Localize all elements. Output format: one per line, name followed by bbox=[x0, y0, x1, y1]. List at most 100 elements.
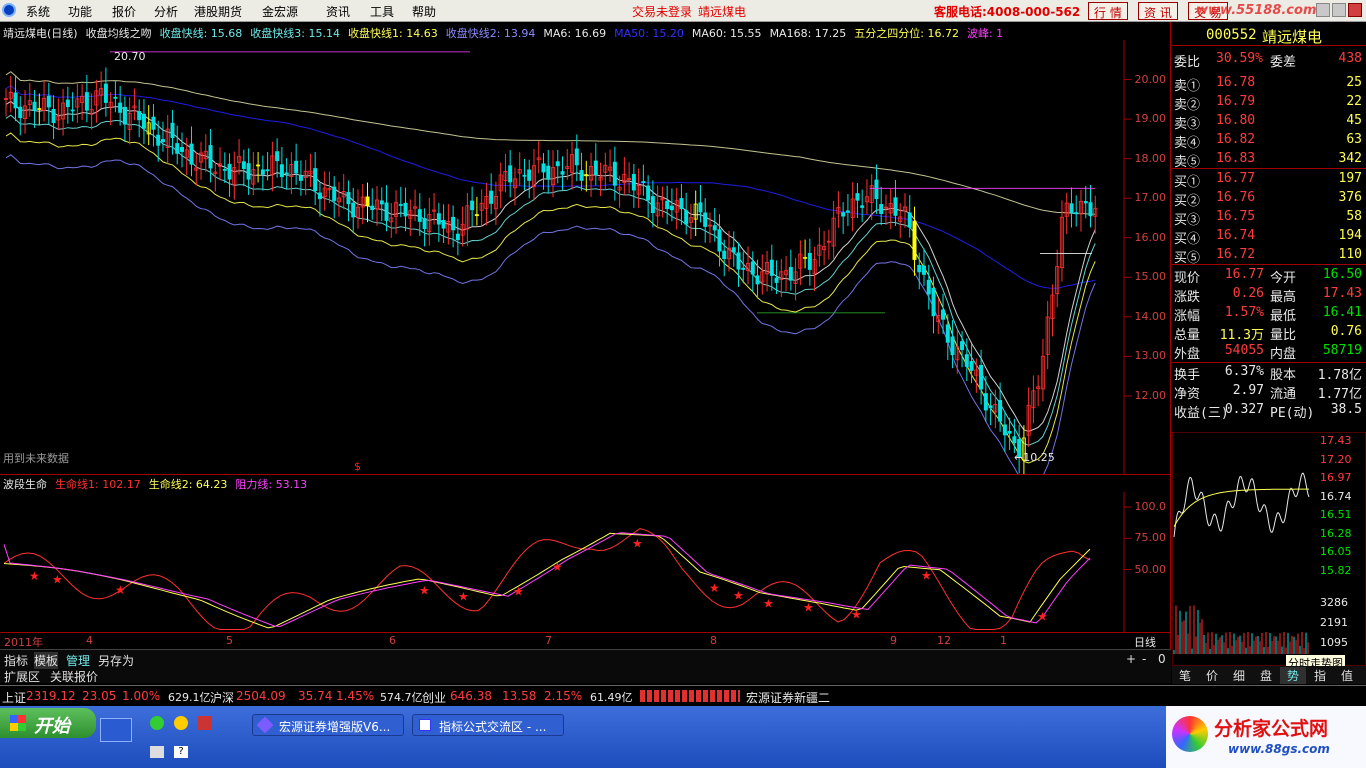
intraday-price-label: 16.74 bbox=[1320, 489, 1352, 503]
stat-row[interactable]: 净资 2.97 流通 1.77亿 bbox=[1174, 382, 1364, 402]
quicklaunch-app-icon[interactable] bbox=[174, 716, 188, 730]
right-tab[interactable]: 指 bbox=[1307, 667, 1333, 684]
stat-row[interactable]: 涨跌 0.26 最高 17.43 bbox=[1174, 285, 1364, 305]
tab-related-quote[interactable]: 关联报价 bbox=[50, 668, 98, 685]
quicklaunch-tool-icon[interactable] bbox=[198, 716, 212, 730]
quicklaunch-keyboard-icon[interactable] bbox=[150, 746, 164, 758]
intraday-price-label: 17.43 bbox=[1320, 434, 1352, 447]
sell-row[interactable]: 卖③ 16.80 45 bbox=[1174, 112, 1364, 132]
intraday-price-label: 16.97 bbox=[1320, 471, 1352, 484]
menu-bar: 系统 功能 报价 分析 港股期货 金宏源 资讯 工具 帮助 交易未登录 靖远煤电… bbox=[0, 0, 1366, 22]
menu-jinhongyuan[interactable]: 金宏源 bbox=[262, 3, 298, 20]
right-tab[interactable]: 势 bbox=[1280, 667, 1306, 684]
menu-system[interactable]: 系统 bbox=[26, 3, 50, 20]
zoom-reset-button[interactable]: 0 bbox=[1158, 652, 1166, 666]
intraday-price-label: 15.82 bbox=[1320, 563, 1352, 577]
buy-row[interactable]: 买③ 16.75 58 bbox=[1174, 208, 1364, 228]
brand-flower-icon bbox=[1172, 716, 1208, 752]
tab-extension[interactable]: 扩展区 bbox=[4, 668, 40, 685]
sh-index-amount: 629.1亿 bbox=[168, 691, 211, 704]
menu-news[interactable]: 资讯 bbox=[326, 3, 350, 20]
sell-price: 16.79 bbox=[1216, 94, 1256, 109]
menu-tools[interactable]: 工具 bbox=[370, 3, 394, 20]
stock-name: 靖远煤电 bbox=[1262, 28, 1323, 46]
sz-index-value: 2504.09 bbox=[236, 689, 286, 703]
webi-row[interactable]: 委比 30.59% 委差 438 bbox=[1174, 50, 1364, 70]
right-tab[interactable]: 价 bbox=[1199, 667, 1225, 684]
maximize-icon[interactable] bbox=[1332, 3, 1346, 17]
right-tab[interactable]: 盘 bbox=[1253, 667, 1279, 684]
buy-label: 买④ bbox=[1174, 232, 1201, 247]
zoom-out-button[interactable]: - bbox=[1142, 652, 1146, 666]
stat-label-2: 流通 bbox=[1270, 387, 1297, 402]
right-tab[interactable]: 笔 bbox=[1172, 667, 1198, 684]
info-button[interactable]: 资 讯 bbox=[1138, 2, 1178, 20]
cy-index-value: 646.38 bbox=[450, 689, 492, 703]
index-status-bar: 上证 2319.12 23.05 1.00% 629.1亿 沪深 2504.09… bbox=[0, 685, 1366, 706]
minimize-icon[interactable] bbox=[1316, 3, 1330, 17]
tab-save-as[interactable]: 另存为 bbox=[98, 652, 134, 669]
stat-row[interactable]: 换手 6.37% 股本 1.78亿 bbox=[1174, 363, 1364, 383]
buy-price: 16.72 bbox=[1216, 247, 1256, 262]
sell-volume: 45 bbox=[1346, 113, 1362, 128]
right-tab[interactable]: 值 bbox=[1334, 667, 1360, 684]
buy-row[interactable]: 买④ 16.74 194 bbox=[1174, 227, 1364, 247]
start-button[interactable]: 开始 bbox=[0, 708, 96, 738]
tab-template[interactable]: 模板 bbox=[34, 652, 59, 669]
zoom-in-button[interactable]: + bbox=[1126, 652, 1136, 666]
task-broker[interactable]: 宏源证券增强版V6... bbox=[252, 714, 404, 736]
stat-row[interactable]: 现价 16.77 今开 16.50 bbox=[1174, 266, 1364, 286]
stat-value: 6.37% bbox=[1224, 364, 1264, 379]
menu-analysis[interactable]: 分析 bbox=[154, 3, 178, 20]
buy-row[interactable]: 买① 16.77 197 bbox=[1174, 170, 1364, 190]
quicklaunch-browser-icon[interactable] bbox=[150, 716, 164, 730]
stat-value-2: 17.43 bbox=[1322, 286, 1362, 301]
menu-quote[interactable]: 报价 bbox=[112, 3, 136, 20]
buy-price: 16.75 bbox=[1216, 209, 1256, 224]
stat-row[interactable]: 总量 11.3万 量比 0.76 bbox=[1174, 323, 1364, 343]
sz-index-name[interactable]: 沪深 bbox=[210, 689, 234, 706]
buy-row[interactable]: 买② 16.76 376 bbox=[1174, 189, 1364, 209]
data-source-label: 宏源证券新疆二 bbox=[746, 691, 831, 705]
quicklaunch-help-icon[interactable]: ? bbox=[174, 746, 188, 758]
intraday-volume-label: 1095 bbox=[1320, 636, 1348, 649]
close-icon[interactable] bbox=[1348, 3, 1362, 17]
brand-name: 分析家公式网 bbox=[1214, 718, 1329, 740]
intraday-price-label: 16.51 bbox=[1320, 508, 1352, 521]
cy-index-name[interactable]: 创业 bbox=[422, 689, 446, 706]
tab-manage[interactable]: 管理 bbox=[66, 652, 90, 669]
stat-label-2: 最高 bbox=[1270, 290, 1297, 305]
brand-badge: 分析家公式网 www.88gs.com bbox=[1166, 706, 1366, 768]
app-logo-icon[interactable] bbox=[2, 3, 16, 17]
intraday-price-label: 16.28 bbox=[1320, 526, 1352, 540]
right-tab[interactable]: 细 bbox=[1226, 667, 1252, 684]
stat-row[interactable]: 收益(三) 0.327 PE(动) 38.5 bbox=[1174, 401, 1364, 421]
buy-row[interactable]: 买⑤ 16.72 110 bbox=[1174, 246, 1364, 266]
buy-label: 买① bbox=[1174, 175, 1201, 190]
tab-indicator[interactable]: 指标 bbox=[4, 652, 28, 669]
stat-row[interactable]: 涨幅 1.57% 最低 16.41 bbox=[1174, 304, 1364, 324]
stat-value: 1.57% bbox=[1224, 305, 1264, 320]
chart-frame bbox=[0, 22, 1171, 650]
menu-hk-futures[interactable]: 港股期货 bbox=[194, 3, 242, 20]
cy-index-amount: 61.49亿 bbox=[590, 691, 633, 704]
market-button[interactable]: 行 情 bbox=[1088, 2, 1128, 20]
quote-header: 000552 靖远煤电 bbox=[1172, 22, 1366, 46]
sh-index-name[interactable]: 上证 bbox=[2, 689, 26, 706]
sell-row[interactable]: 卖① 16.78 25 bbox=[1174, 74, 1364, 94]
sell-row[interactable]: 卖⑤ 16.83 342 bbox=[1174, 150, 1364, 170]
cy-index-pct: 2.15% bbox=[544, 689, 583, 703]
sell-price: 16.83 bbox=[1216, 151, 1256, 166]
stat-label: 换手 bbox=[1174, 368, 1201, 383]
sz-index-change: 35.74 bbox=[298, 689, 333, 703]
show-desktop-icon[interactable] bbox=[100, 718, 132, 742]
stat-value-2: 1.77亿 bbox=[1317, 387, 1362, 402]
stat-row[interactable]: 外盘 54055 内盘 58719 bbox=[1174, 342, 1364, 362]
stat-label: 外盘 bbox=[1174, 347, 1201, 362]
menu-function[interactable]: 功能 bbox=[68, 3, 92, 20]
sell-row[interactable]: 卖④ 16.82 63 bbox=[1174, 131, 1364, 151]
task-forum[interactable]: 指标公式交流区 - ... bbox=[412, 714, 564, 736]
menu-help[interactable]: 帮助 bbox=[412, 3, 436, 20]
sell-row[interactable]: 卖② 16.79 22 bbox=[1174, 93, 1364, 113]
sell-volume: 63 bbox=[1346, 132, 1362, 147]
